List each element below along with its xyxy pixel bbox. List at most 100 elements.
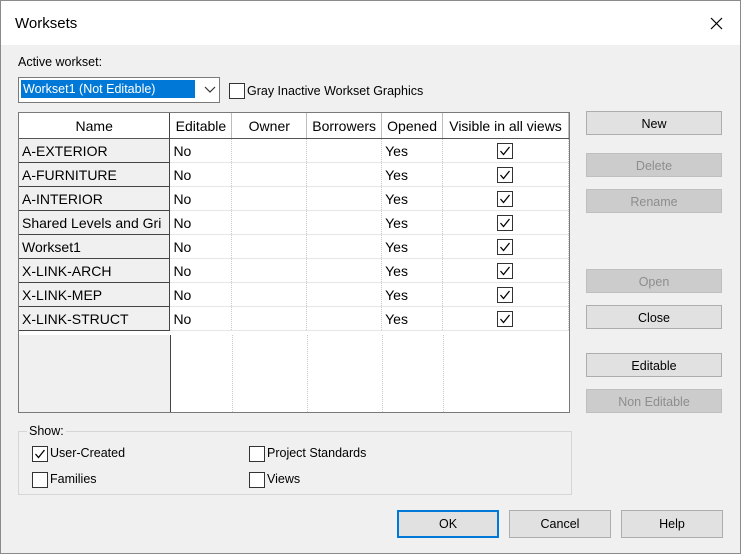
visible-checkbox[interactable] [497,215,514,231]
cell-owner[interactable] [231,306,308,331]
table-row[interactable]: Shared Levels and Gri No Yes [19,210,569,235]
open-button[interactable]: Open [586,269,722,293]
views-checkbox[interactable] [249,472,265,488]
cell-editable[interactable]: No [169,306,233,331]
show-label: Show: [27,424,66,438]
checkmark-icon [500,194,511,204]
column-divider [307,335,308,412]
checkmark-icon [500,290,511,300]
user-created-label: User-Created [50,446,126,460]
active-workset-dropdown[interactable]: Workset1 (Not Editable) [18,77,220,103]
cell-name[interactable]: A-INTERIOR [19,186,171,211]
cell-editable[interactable]: No [169,138,233,163]
cell-editable[interactable]: No [169,210,233,235]
visible-checkbox[interactable] [497,167,514,183]
table-row[interactable]: X-LINK-ARCH No Yes [19,258,569,283]
cell-borrowers[interactable] [306,186,383,211]
visible-checkbox[interactable] [497,311,514,327]
delete-button[interactable]: Delete [586,153,722,177]
column-header-borrowers[interactable]: Borrowers [306,113,383,139]
column-header-name[interactable]: Name [19,113,171,139]
close-icon[interactable] [701,9,731,37]
cell-visible [442,306,569,331]
help-button[interactable]: Help [621,510,723,538]
cell-name[interactable]: X-LINK-ARCH [19,258,171,283]
cell-opened[interactable]: Yes [381,162,444,187]
checkmark-icon [500,314,511,324]
chevron-down-icon[interactable] [204,83,216,95]
table-row[interactable]: Workset1 No Yes [19,234,569,259]
cell-editable[interactable]: No [169,186,233,211]
checkmark-icon [500,242,511,252]
cell-opened[interactable]: Yes [381,306,444,331]
column-header-owner[interactable]: Owner [231,113,308,139]
worksets-dialog: Worksets Active workset: Workset1 (Not E… [0,0,741,554]
cell-owner[interactable] [231,234,308,259]
non-editable-button[interactable]: Non Editable [586,389,722,413]
rename-button[interactable]: Rename [586,189,722,213]
active-workset-label: Active workset: [18,55,103,69]
cell-opened[interactable]: Yes [381,282,444,307]
dialog-title: Worksets [15,15,78,32]
column-divider [382,335,383,412]
cell-borrowers[interactable] [306,282,383,307]
ok-button[interactable]: OK [397,510,499,538]
cell-owner[interactable] [231,162,308,187]
cell-visible [442,258,569,283]
cell-opened[interactable]: Yes [381,210,444,235]
cell-visible [442,234,569,259]
table-row[interactable]: A-EXTERIOR No Yes [19,138,569,163]
visible-checkbox[interactable] [497,263,514,279]
title-bar: Worksets [1,1,740,45]
table-row[interactable]: A-FURNITURE No Yes [19,162,569,187]
cell-opened[interactable]: Yes [381,186,444,211]
cell-opened[interactable]: Yes [381,258,444,283]
table-row[interactable]: X-LINK-MEP No Yes [19,282,569,307]
cell-name[interactable]: Workset1 [19,234,171,259]
cell-editable[interactable]: No [169,282,233,307]
close-button[interactable]: Close [586,305,722,329]
cell-name[interactable]: Shared Levels and Gri [19,210,171,235]
visible-checkbox[interactable] [497,191,514,207]
visible-checkbox[interactable] [497,239,514,255]
cell-owner[interactable] [231,258,308,283]
cell-editable[interactable]: No [169,162,233,187]
column-divider [443,335,444,412]
visible-checkbox[interactable] [497,287,514,303]
editable-button[interactable]: Editable [586,353,722,377]
cell-editable[interactable]: No [169,234,233,259]
column-header-editable[interactable]: Editable [169,113,233,139]
cell-visible [442,282,569,307]
cell-owner[interactable] [231,282,308,307]
cell-owner[interactable] [231,186,308,211]
checkmark-icon [500,218,511,228]
active-workset-value: Workset1 (Not Editable) [21,80,195,98]
families-checkbox[interactable] [32,472,48,488]
gray-inactive-checkbox[interactable] [229,83,245,99]
cell-opened[interactable]: Yes [381,138,444,163]
cell-owner[interactable] [231,210,308,235]
column-header-visible[interactable]: Visible in all views [442,113,569,139]
cell-borrowers[interactable] [306,210,383,235]
user-created-checkbox[interactable] [32,446,48,462]
cell-borrowers[interactable] [306,162,383,187]
cell-borrowers[interactable] [306,234,383,259]
cancel-button[interactable]: Cancel [509,510,611,538]
table-row[interactable]: X-LINK-STRUCT No Yes [19,306,569,331]
cell-name[interactable]: X-LINK-STRUCT [19,306,171,331]
cell-borrowers[interactable] [306,138,383,163]
cell-owner[interactable] [231,138,308,163]
cell-name[interactable]: X-LINK-MEP [19,282,171,307]
cell-name[interactable]: A-FURNITURE [19,162,171,187]
new-button[interactable]: New [586,111,722,135]
visible-checkbox[interactable] [497,143,514,159]
cell-name[interactable]: A-EXTERIOR [19,138,171,163]
cell-borrowers[interactable] [306,306,383,331]
table-row[interactable]: A-INTERIOR No Yes [19,186,569,211]
project-standards-checkbox[interactable] [249,446,265,462]
column-header-opened[interactable]: Opened [381,113,444,139]
cell-opened[interactable]: Yes [381,234,444,259]
cell-editable[interactable]: No [169,258,233,283]
checkmark-icon [500,170,511,180]
cell-borrowers[interactable] [306,258,383,283]
